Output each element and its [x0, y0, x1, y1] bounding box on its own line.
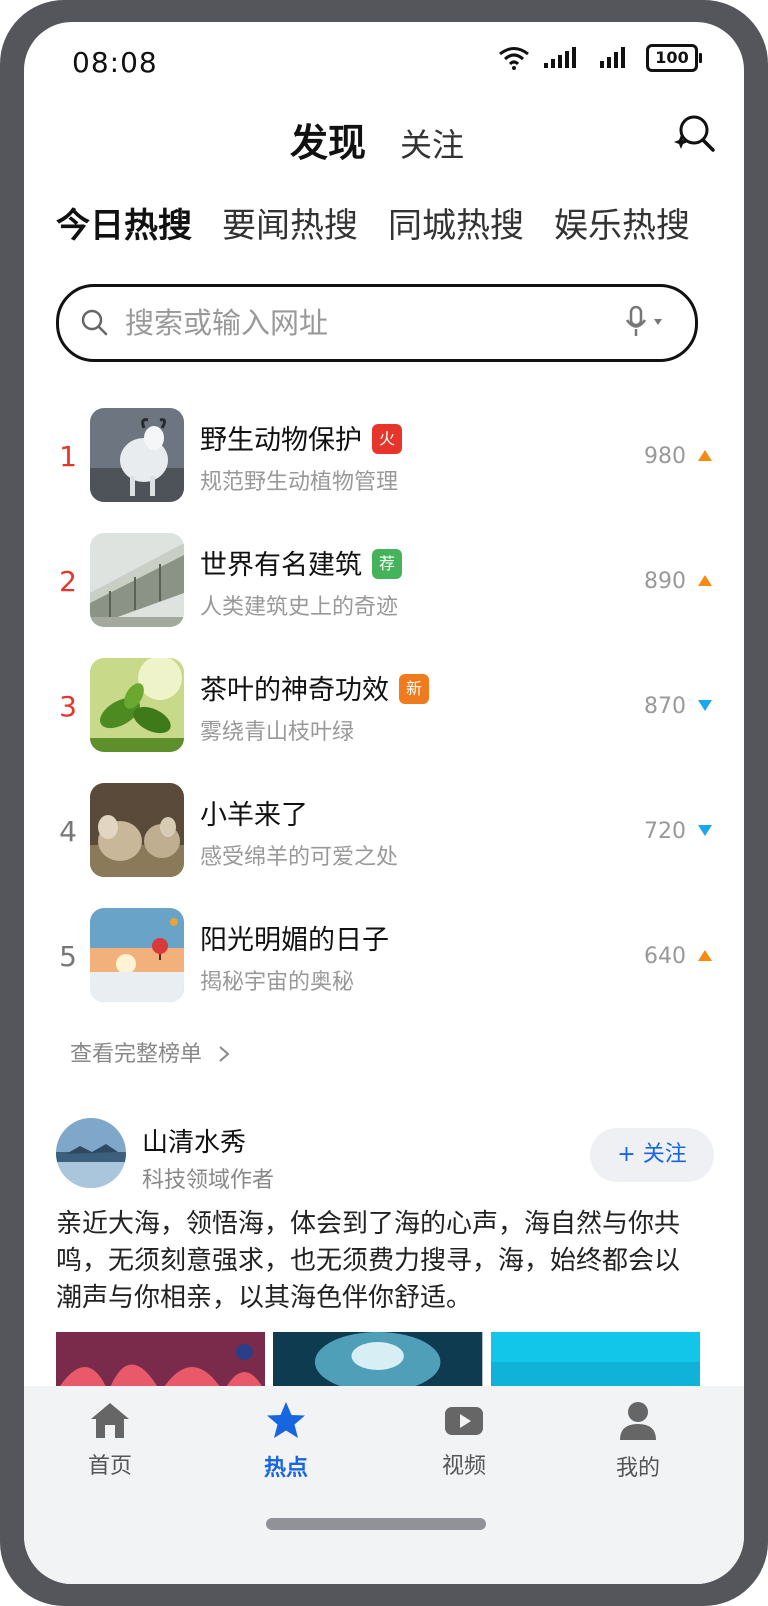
- hot-item-title-row: 野生动物保护火: [200, 418, 402, 457]
- page-title[interactable]: 发现: [290, 112, 366, 167]
- post-image-coral[interactable]: [56, 1332, 266, 1392]
- follow-button[interactable]: + 关注: [590, 1128, 714, 1182]
- tab-news-hot[interactable]: 要闻热搜: [222, 198, 358, 247]
- hot-item-subtitle: 规范野生动植物管理: [200, 470, 399, 495]
- post-text[interactable]: 亲近大海，领悟海，体会到了海的心声，海自然与你共鸣，无须刻意强求，也无须费力搜寻…: [56, 1206, 700, 1317]
- post-image-ocean[interactable]: [490, 1332, 700, 1392]
- view-full-list-label: 查看完整榜单: [70, 1042, 203, 1067]
- thumbnail-tea-image: [90, 658, 184, 752]
- signal-icon: [544, 47, 576, 68]
- category-tabs: 今日热搜 要闻热搜 同城热搜 娱乐热搜: [56, 198, 744, 248]
- hot-list-item[interactable]: 5 阳光明媚的日子 揭秘宇宙的奥秘 640: [48, 906, 720, 1031]
- hot-item-score: 890: [644, 569, 686, 594]
- recommend-tag-badge: 荐: [372, 548, 402, 579]
- hot-item-subtitle: 人类建筑史上的奇迹: [200, 595, 399, 620]
- phone-frame: 08:08 100 发现 关注 今日热搜 要闻热搜 同城热搜 娱乐热搜 搜索或输…: [0, 0, 768, 1606]
- hot-item-subtitle: 揭秘宇宙的奥秘: [200, 970, 355, 995]
- wifi-icon: [499, 47, 529, 70]
- thumbnail-yak-image: [90, 408, 184, 502]
- battery-indicator: 100: [646, 44, 702, 72]
- rank-number: 4: [59, 815, 77, 848]
- nav-video-label: 视频: [441, 1454, 486, 1479]
- profile-icon: [620, 1402, 656, 1440]
- rank-number: 1: [59, 440, 77, 473]
- search-box: [56, 284, 698, 362]
- nav-hot[interactable]: 热点: [236, 1400, 336, 1482]
- chevron-right-icon: [219, 1046, 230, 1062]
- view-full-list-link[interactable]: 查看完整榜单: [70, 1036, 231, 1068]
- trend-up-icon: [698, 575, 712, 586]
- hot-item-title: 世界有名建筑: [200, 550, 362, 581]
- hot-item-title: 小羊来了: [200, 800, 308, 831]
- nav-profile-label: 我的: [615, 1456, 660, 1481]
- nav-video[interactable]: 视频: [414, 1400, 514, 1480]
- trend-up-icon: [698, 950, 712, 961]
- search-button[interactable]: [672, 110, 718, 156]
- hot-item-title-row: 茶叶的神奇功效新: [200, 668, 429, 707]
- thumbnail-sheep-image: [90, 783, 184, 877]
- hot-item-title-row: 世界有名建筑荐: [200, 543, 402, 582]
- microphone-icon[interactable]: [625, 305, 665, 339]
- nav-hot-label: 热点: [263, 1456, 308, 1481]
- author-description: 科技领域作者: [142, 1168, 275, 1193]
- home-indicator[interactable]: [266, 1518, 486, 1530]
- hot-item-subtitle: 感受绵羊的可爱之处: [200, 845, 399, 870]
- post-images: [56, 1332, 700, 1392]
- search-input[interactable]: [123, 297, 607, 349]
- hot-list-item[interactable]: 1 野生动物保护火 规范野生动植物管理 980: [48, 406, 720, 531]
- tab-follow[interactable]: 关注: [400, 120, 464, 166]
- hot-item-title: 野生动物保护: [200, 425, 362, 456]
- hot-tag-badge: 火: [372, 423, 402, 454]
- nav-home-label: 首页: [87, 1454, 132, 1479]
- home-icon: [91, 1403, 129, 1438]
- tab-local-hot[interactable]: 同城热搜: [388, 198, 524, 247]
- rank-number: 5: [59, 940, 77, 973]
- hot-item-subtitle: 雾绕青山枝叶绿: [200, 720, 355, 745]
- rank-number: 3: [59, 690, 77, 723]
- hot-list-item[interactable]: 3 茶叶的神奇功效新 雾绕青山枝叶绿 870: [48, 656, 720, 781]
- nav-profile[interactable]: 我的: [588, 1400, 688, 1482]
- hot-item-score: 870: [644, 694, 686, 719]
- status-icons: 100: [498, 44, 702, 72]
- star-icon: [267, 1402, 305, 1438]
- search-icon: [81, 309, 108, 336]
- hot-item-score: 980: [644, 444, 686, 469]
- trend-down-icon: [698, 825, 712, 836]
- new-tag-badge: 新: [399, 673, 429, 704]
- search-sparkle-icon: [674, 115, 715, 152]
- bottom-nav: 首页 热点 视频 我的: [24, 1386, 744, 1584]
- post-image-underwater[interactable]: [273, 1332, 483, 1392]
- hot-list: 1 野生动物保护火 规范野生动植物管理 980 2 世界有名建筑 荐 人类建筑史…: [48, 406, 720, 1031]
- tab-entertainment-hot[interactable]: 娱乐热搜: [554, 198, 690, 247]
- hot-list-item[interactable]: 2 世界有名建筑荐 人类建筑史上的奇迹 890: [48, 531, 720, 656]
- hot-item-title-row: 小羊来了: [200, 793, 308, 832]
- screen: 08:08 100 发现 关注 今日热搜 要闻热搜 同城热搜 娱乐热搜 搜索或输…: [24, 22, 744, 1584]
- hot-list-item[interactable]: 4 小羊来了 感受绵羊的可爱之处 720: [48, 781, 720, 906]
- hot-item-title-row: 阳光明媚的日子: [200, 918, 389, 957]
- hot-item-score: 720: [644, 819, 686, 844]
- tab-today-hot[interactable]: 今日热搜: [56, 198, 192, 247]
- nav-home[interactable]: 首页: [60, 1400, 160, 1480]
- hot-item-score: 640: [644, 944, 686, 969]
- status-time: 08:08: [72, 46, 158, 79]
- author-name[interactable]: 山清水秀: [142, 1122, 246, 1159]
- rank-number: 2: [59, 565, 77, 598]
- video-icon: [445, 1407, 483, 1435]
- avatar[interactable]: [56, 1118, 126, 1188]
- trend-up-icon: [698, 450, 712, 461]
- hot-item-title: 阳光明媚的日子: [200, 925, 389, 956]
- signal-icon-2: [600, 47, 625, 68]
- trend-down-icon: [698, 700, 712, 711]
- thumbnail-sunset-balloon-image: [90, 908, 184, 1002]
- thumbnail-architecture-image: [90, 533, 184, 627]
- hot-item-title: 茶叶的神奇功效: [200, 675, 389, 706]
